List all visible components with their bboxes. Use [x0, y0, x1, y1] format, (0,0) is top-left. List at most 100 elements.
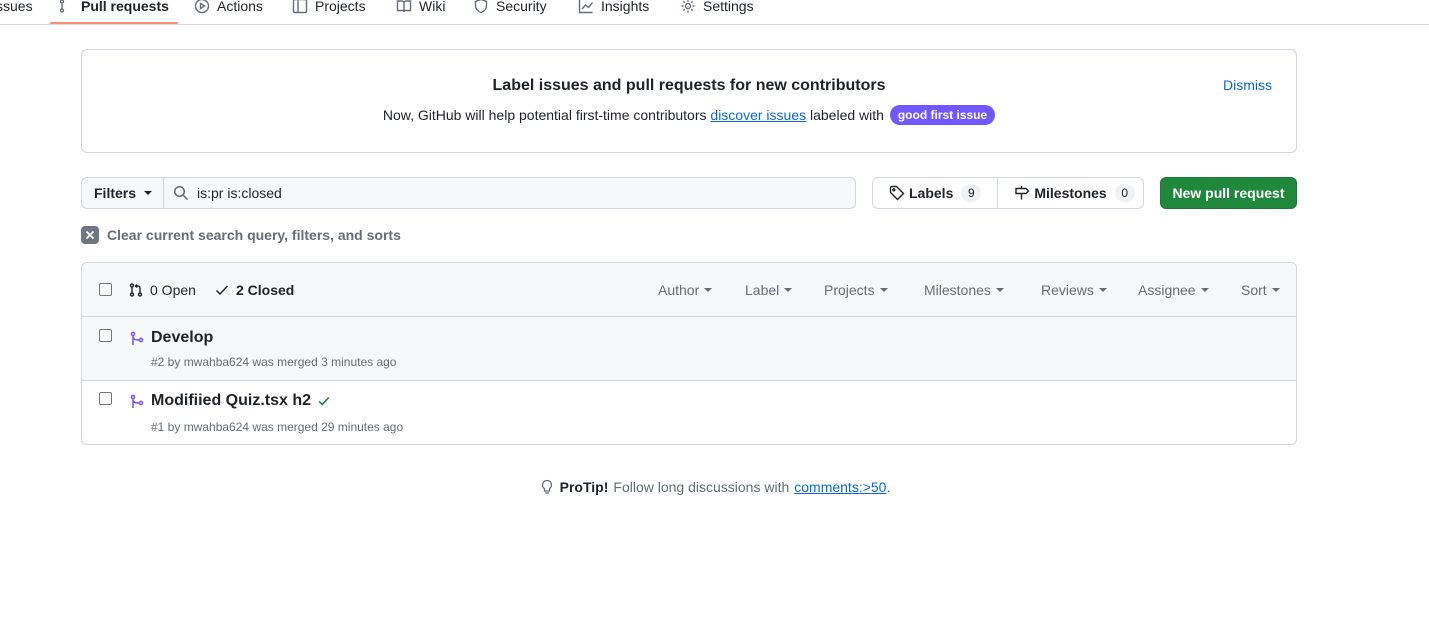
- closed-filter-link[interactable]: 2 Closed: [214, 282, 294, 298]
- sort-filter[interactable]: Sort: [1241, 282, 1280, 298]
- pr-title-text: Develop: [151, 329, 214, 346]
- nav-active-underline: [50, 22, 178, 24]
- list-header: 0 Open 2 Closed Author Label Projects Mi…: [82, 263, 1296, 317]
- banner-text-before: Now, GitHub will help potential first-ti…: [382, 107, 707, 123]
- pr-title-text: Modifiied Quiz.tsx h2: [151, 392, 312, 409]
- light-bulb-icon: [541, 479, 552, 494]
- sort-filter-label: Sort: [1241, 282, 1267, 298]
- open-filter-link[interactable]: 0 Open: [128, 282, 196, 298]
- row-checkbox[interactable]: [99, 329, 112, 342]
- labels-count: 9: [961, 184, 982, 202]
- table-row: Develop #2 by mwahba624 was merged 3 min…: [82, 317, 1296, 381]
- chevron-down-icon: [1098, 288, 1107, 292]
- chevron-down-icon: [1200, 288, 1209, 292]
- chevron-down-icon: [879, 288, 888, 292]
- table-row: Modifiied Quiz.tsx h2 #1 by mwahba624 wa…: [82, 381, 1296, 444]
- milestones-button-label: Milestones: [1034, 185, 1107, 201]
- contributors-banner: Label issues and pull requests for new c…: [81, 49, 1297, 153]
- nav-projects[interactable]: Projects: [292, 0, 366, 18]
- new-pull-request-button[interactable]: New pull request: [1160, 177, 1297, 209]
- nav-settings[interactable]: Settings: [680, 0, 754, 18]
- shield-icon: [474, 0, 488, 13]
- label-filter-label: Label: [745, 282, 780, 298]
- clear-query-label: Clear current search query, filters, and…: [107, 227, 401, 243]
- projects-filter[interactable]: Projects: [824, 282, 888, 298]
- protip-link[interactable]: comments:>50: [794, 479, 886, 495]
- reviews-filter-label: Reviews: [1041, 282, 1094, 298]
- nav-issues[interactable]: ssues: [0, 0, 33, 18]
- clear-query-link[interactable]: Clear current search query, filters, and…: [81, 226, 401, 244]
- pr-title[interactable]: Modifiied Quiz.tsx h2: [151, 392, 331, 410]
- milestones-button[interactable]: Milestones 0: [997, 178, 1150, 208]
- labels-milestones-group: Labels 9 Milestones 0: [872, 177, 1144, 209]
- milestones-filter[interactable]: Milestones: [924, 282, 1004, 298]
- nav-actions-label: Actions: [217, 0, 263, 14]
- chevron-down-icon: [704, 288, 713, 292]
- pr-meta: #1 by mwahba624 was merged 29 minutes ag…: [151, 420, 404, 434]
- chevron-down-icon: [1271, 288, 1280, 292]
- select-all-checkbox[interactable]: [99, 283, 112, 296]
- nav-settings-label: Settings: [703, 0, 754, 14]
- author-filter-label: Author: [658, 282, 700, 298]
- check-icon[interactable]: [317, 394, 331, 408]
- nav-security[interactable]: Security: [473, 0, 547, 18]
- milestones-count: 0: [1114, 184, 1135, 202]
- search-input[interactable]: [197, 185, 797, 201]
- table-icon: [292, 0, 308, 13]
- git-pull-request-icon: [129, 283, 143, 297]
- protip-lead: ProTip!: [559, 479, 609, 495]
- graph-icon: [578, 0, 594, 13]
- nav-actions[interactable]: Actions: [194, 0, 263, 18]
- banner-text: Now, GitHub will help potential first-ti…: [82, 105, 1296, 125]
- milestone-icon: [1015, 186, 1030, 200]
- nav-projects-label: Projects: [315, 0, 366, 14]
- dismiss-button[interactable]: Dismiss: [1223, 77, 1272, 93]
- chevron-down-icon: [784, 288, 793, 292]
- nav-pull-requests-label: Pull requests: [81, 0, 169, 14]
- author-filter[interactable]: Author: [658, 282, 713, 298]
- banner-title: Label issues and pull requests for new c…: [492, 77, 886, 94]
- banner-text-after: labeled with: [810, 107, 884, 123]
- repo-nav: ssues Pull requests Actions Projects Wik…: [0, 0, 1429, 25]
- search-icon: [173, 185, 189, 201]
- close-icon: [81, 226, 99, 244]
- nav-issues-label: ssues: [0, 0, 33, 14]
- reviews-filter[interactable]: Reviews: [1041, 282, 1107, 298]
- protip-text: Follow long discussions with: [613, 479, 790, 495]
- labels-button[interactable]: Labels 9: [873, 178, 997, 208]
- search-box[interactable]: [163, 177, 856, 209]
- chevron-down-icon: [995, 288, 1004, 292]
- discover-issues-link[interactable]: discover issues: [710, 107, 806, 123]
- filters-button[interactable]: Filters: [81, 177, 164, 209]
- git-merge-icon: [130, 394, 144, 408]
- git-pull-request-icon: [59, 0, 65, 13]
- chevron-down-icon: [144, 191, 153, 195]
- protip-end: .: [886, 479, 891, 495]
- label-filter[interactable]: Label: [745, 282, 793, 298]
- nav-insights[interactable]: Insights: [578, 0, 649, 18]
- assignee-filter[interactable]: Assignee: [1138, 282, 1209, 298]
- filters-button-label: Filters: [94, 185, 137, 201]
- good-first-issue-label[interactable]: good first issue: [889, 105, 996, 125]
- nav-pull-requests[interactable]: Pull requests: [58, 0, 169, 18]
- pull-request-list: 0 Open 2 Closed Author Label Projects Mi…: [81, 262, 1297, 445]
- protip: ProTip! Follow long discussions with com…: [0, 479, 1429, 495]
- row-checkbox[interactable]: [99, 392, 112, 405]
- open-count: 0 Open: [150, 282, 196, 298]
- labels-button-label: Labels: [909, 185, 954, 201]
- projects-filter-label: Projects: [824, 282, 875, 298]
- book-icon: [396, 0, 412, 12]
- git-merge-icon: [130, 331, 144, 345]
- gear-icon: [681, 0, 695, 12]
- pr-meta: #2 by mwahba624 was merged 3 minutes ago: [151, 355, 397, 369]
- pr-title[interactable]: Develop: [151, 329, 213, 347]
- play-icon: [194, 0, 210, 13]
- assignee-filter-label: Assignee: [1138, 282, 1196, 298]
- nav-wiki-label: Wiki: [419, 0, 446, 14]
- nav-wiki[interactable]: Wiki: [396, 0, 445, 18]
- nav-insights-label: Insights: [601, 0, 650, 14]
- nav-security-label: Security: [496, 0, 547, 14]
- milestones-filter-label: Milestones: [924, 282, 991, 298]
- closed-count: 2 Closed: [236, 282, 295, 298]
- check-icon: [216, 285, 229, 296]
